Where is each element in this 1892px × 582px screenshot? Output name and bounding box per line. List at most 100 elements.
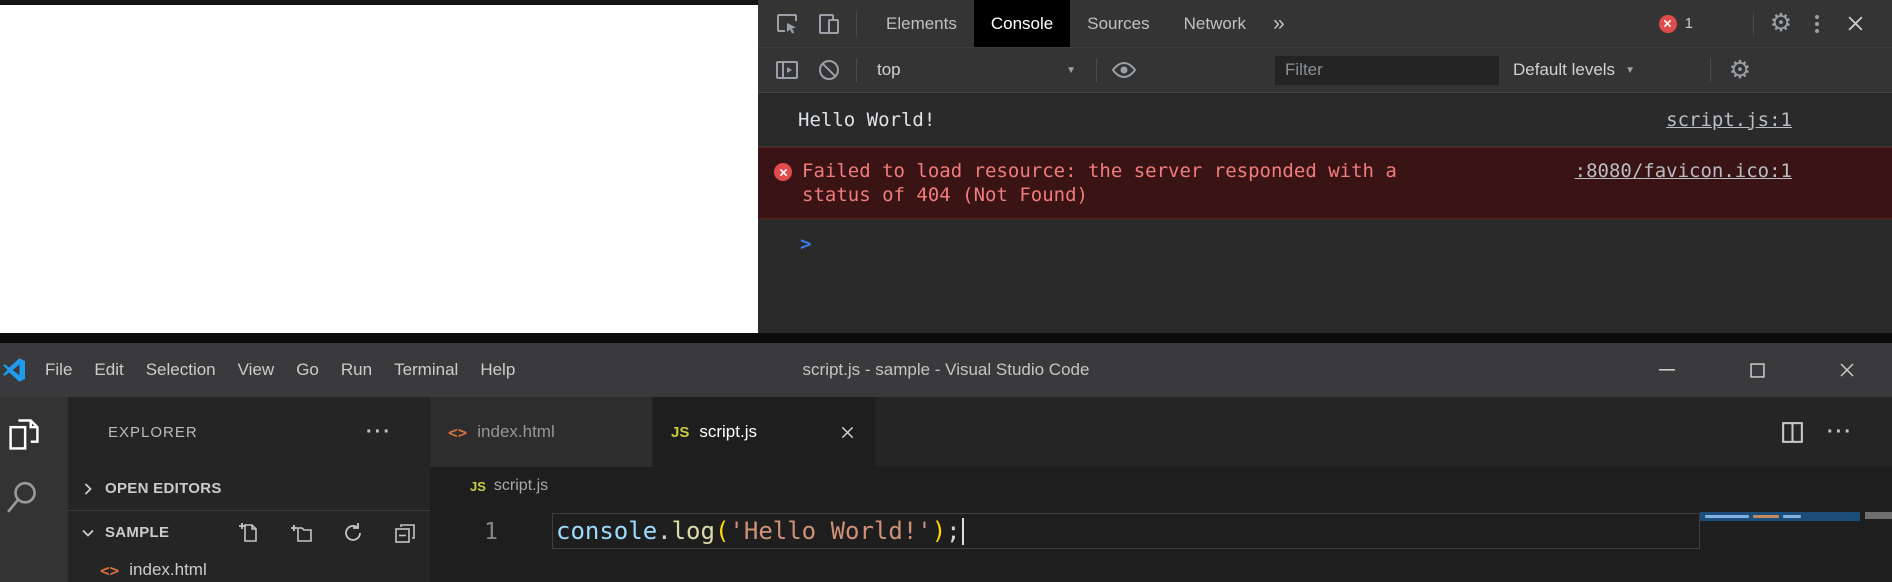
vscode-logo-icon (2, 358, 26, 382)
eye-icon[interactable] (1109, 55, 1139, 85)
log-levels-value: Default levels (1513, 60, 1615, 80)
folder-name: SAMPLE (105, 524, 169, 541)
file-item-index-html[interactable]: <> index.html (68, 554, 430, 582)
minimap[interactable] (1700, 512, 1860, 521)
code-token: ; (946, 517, 960, 545)
tab-elements[interactable]: Elements (869, 0, 974, 47)
code-token: 'Hello World!' (729, 517, 931, 545)
console-error-row: Failed to load resource: the server resp… (758, 147, 1892, 219)
error-message: Failed to load resource: the server resp… (802, 159, 1397, 207)
console-settings-gear-icon[interactable]: ⚙ (1725, 55, 1755, 85)
line-number: 1 (430, 515, 520, 550)
open-editors-label: OPEN EDITORS (105, 480, 222, 497)
menu-terminal[interactable]: Terminal (383, 343, 469, 397)
new-folder-icon[interactable] (290, 522, 312, 544)
editor-actions: ··· (1777, 397, 1853, 467)
context-selector-dropdown[interactable]: top ▼ (869, 54, 1084, 86)
folder-actions (238, 522, 416, 544)
activity-bar (0, 397, 68, 582)
prompt-chevron-icon: > (800, 233, 811, 255)
close-button[interactable] (1802, 343, 1892, 397)
sidebar-more-actions-icon[interactable]: ··· (366, 427, 392, 437)
more-tabs-icon[interactable]: » (1263, 12, 1295, 36)
console-toolbar: top ▼ Default levels ▼ ⚙ (758, 47, 1892, 93)
error-source-link[interactable]: :8080/favicon.ico:1 (1575, 160, 1792, 182)
tab-console[interactable]: Console (974, 0, 1070, 47)
search-icon[interactable] (2, 475, 46, 519)
breadcrumb[interactable]: JS script.js (430, 467, 1892, 505)
kebab-menu-icon[interactable] (1802, 9, 1832, 39)
tab-network[interactable]: Network (1167, 0, 1263, 47)
editor-region: <> index.html JS script.js (430, 397, 1892, 582)
menu-go[interactable]: Go (285, 343, 330, 397)
collapse-all-icon[interactable] (394, 522, 416, 544)
menu-bar: File Edit Selection View Go Run Terminal… (34, 343, 526, 397)
vscode-body: EXPLORER ··· OPEN EDITORS SAMPLE (0, 397, 1892, 582)
tab-label: index.html (477, 422, 554, 442)
menu-edit[interactable]: Edit (83, 343, 134, 397)
console-prompt-row[interactable]: > (758, 219, 1892, 255)
code-line-1[interactable]: console . log ( 'Hello World!' ) ; (552, 513, 1700, 549)
device-toolbar-icon[interactable] (814, 9, 844, 39)
text-cursor (962, 518, 964, 545)
tab-sources[interactable]: Sources (1070, 0, 1166, 47)
menu-run[interactable]: Run (330, 343, 383, 397)
clear-console-icon[interactable] (814, 55, 844, 85)
open-editors-section[interactable]: OPEN EDITORS (68, 467, 430, 511)
tab-close-icon[interactable] (837, 422, 857, 442)
vscode-titlebar: File Edit Selection View Go Run Terminal… (0, 343, 1892, 397)
overview-ruler-cursor-mark (1865, 512, 1892, 519)
html-file-icon: <> (448, 423, 467, 442)
sidebar-header: EXPLORER ··· (68, 397, 430, 467)
menu-view[interactable]: View (227, 343, 286, 397)
chevron-down-icon: ▼ (1066, 65, 1076, 76)
error-count-badge[interactable]: 1 (1659, 15, 1693, 33)
menu-selection[interactable]: Selection (135, 343, 227, 397)
file-item-label: index.html (129, 560, 206, 580)
editor-more-actions-icon[interactable]: ··· (1827, 427, 1853, 437)
divider (856, 58, 857, 82)
maximize-button[interactable] (1712, 343, 1802, 397)
minimize-button[interactable] (1622, 343, 1712, 397)
menu-help[interactable]: Help (469, 343, 526, 397)
editor-tab-bar: <> index.html JS script.js (430, 397, 1892, 467)
tab-script-js[interactable]: JS script.js (653, 397, 875, 467)
divider (1096, 58, 1097, 82)
console-sidebar-toggle-icon[interactable] (772, 55, 802, 85)
settings-gear-icon[interactable]: ⚙ (1766, 9, 1796, 39)
code-token: log (672, 517, 715, 545)
chevron-right-icon (80, 481, 96, 497)
window-gap (0, 333, 1892, 343)
filter-input[interactable] (1275, 56, 1499, 85)
menu-file[interactable]: File (34, 343, 83, 397)
divider (1710, 58, 1711, 82)
error-count: 1 (1685, 15, 1693, 32)
tab-index-html[interactable]: <> index.html (430, 397, 653, 467)
log-levels-dropdown[interactable]: Default levels ▼ (1513, 60, 1635, 80)
vscode-window: File Edit Selection View Go Run Terminal… (0, 343, 1892, 582)
devtools-panel: Elements Console Sources Network » 1 ⚙ (758, 0, 1892, 333)
console-log-row: Hello World! script.js:1 (758, 93, 1892, 147)
error-badge-icon (1659, 15, 1677, 33)
log-source-link[interactable]: script.js:1 (1666, 109, 1792, 131)
devtools-tab-bar: Elements Console Sources Network » 1 ⚙ (758, 0, 1892, 47)
screen: Elements Console Sources Network » 1 ⚙ (0, 0, 1892, 582)
devtools-close-icon[interactable] (1840, 9, 1870, 39)
inspect-element-icon[interactable] (772, 9, 802, 39)
html-file-icon: <> (100, 561, 119, 580)
context-selector-value: top (877, 60, 901, 80)
split-editor-icon[interactable] (1777, 417, 1807, 447)
code-token: ) (932, 517, 946, 545)
refresh-icon[interactable] (342, 522, 364, 544)
js-file-icon: JS (470, 479, 486, 494)
new-file-icon[interactable] (238, 522, 260, 544)
folder-section-sample[interactable]: SAMPLE (68, 511, 430, 554)
sidebar-title: EXPLORER (108, 424, 198, 441)
chevron-down-icon: ▼ (1625, 65, 1635, 76)
code-editor[interactable]: 1 console . log ( 'Hello World!' ) ; (430, 505, 1892, 582)
js-file-icon: JS (671, 424, 689, 441)
error-icon (774, 163, 792, 181)
explorer-icon[interactable] (2, 413, 46, 457)
browser-viewport (0, 5, 758, 333)
code-token: . (657, 517, 671, 545)
